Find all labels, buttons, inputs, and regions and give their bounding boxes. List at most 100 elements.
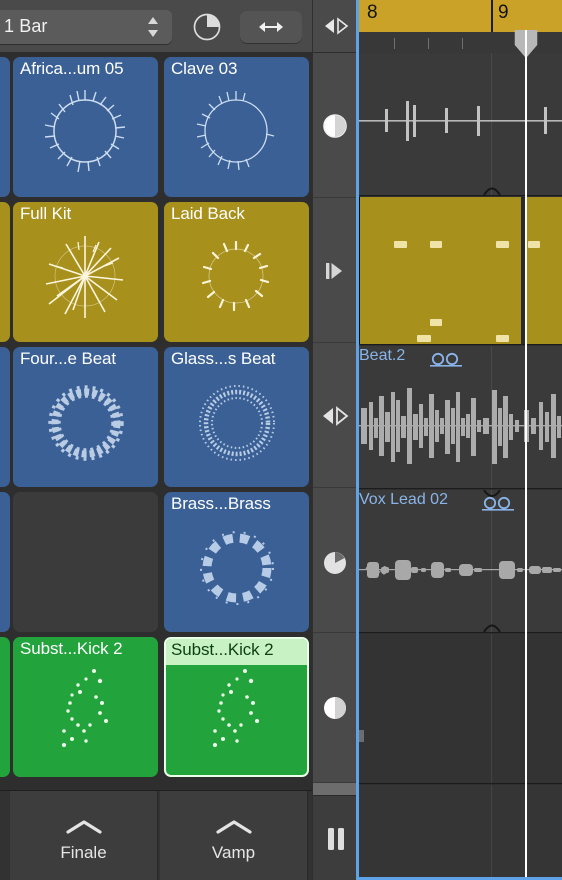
arrange-scroll-stub[interactable] xyxy=(359,730,364,742)
midi-region[interactable] xyxy=(525,197,562,344)
pie-quantize-icon[interactable] xyxy=(192,12,222,42)
bar-number: 8 xyxy=(367,2,378,23)
playback-mode-cell[interactable] xyxy=(313,53,357,198)
loop-cell[interactable]: Clave 03 xyxy=(164,57,309,197)
cycle-range[interactable] xyxy=(359,0,562,32)
waveform-burst-art xyxy=(13,224,158,342)
beat-tick xyxy=(428,38,429,49)
quantize-start-select[interactable]: 1 Bar xyxy=(0,10,172,44)
scene-name: Finale xyxy=(60,843,107,862)
loop-cell-title: Clave 03 xyxy=(171,59,238,78)
scene-name: Vamp xyxy=(211,843,256,862)
bar-divider xyxy=(491,0,493,32)
midi-note xyxy=(496,241,509,248)
waveform-ring-art xyxy=(164,79,309,197)
midi-note xyxy=(417,335,431,342)
playback-mode-cell[interactable] xyxy=(313,198,357,343)
scene-button-finale[interactable]: Finale xyxy=(10,791,158,880)
loop-cell[interactable]: Brass...Brass xyxy=(164,492,309,632)
loop-cell-title: Laid Back xyxy=(171,204,245,223)
region-name: Vox Lead 02 xyxy=(359,491,448,508)
playback-mode-column-header[interactable] xyxy=(312,0,356,53)
audio-waveform xyxy=(359,101,562,141)
live-loops-grid[interactable]: Africa...um 05 Clave 03 Full Kit Laid Ba… xyxy=(0,53,312,790)
region-fade-marker xyxy=(483,624,501,632)
midi-region[interactable] xyxy=(359,197,521,344)
audio-waveform xyxy=(359,388,562,464)
loop-cell[interactable]: Four...e Beat xyxy=(13,347,158,487)
clipped-cell[interactable] xyxy=(0,637,10,777)
bar-gridline xyxy=(491,634,492,783)
loop-cell-title: Subst...Kick 2 xyxy=(171,640,274,659)
live-loops-toolbar: 1 Bar xyxy=(0,0,356,53)
track-row-empty[interactable] xyxy=(359,634,562,784)
swap-cells-button[interactable] xyxy=(240,11,302,43)
triangle-play-bar-icon xyxy=(326,263,342,279)
waveform-ring-art xyxy=(164,369,309,487)
bar-number: 9 xyxy=(498,2,509,23)
half-circle-right-icon xyxy=(323,114,347,138)
chevron-up-down-icon[interactable] xyxy=(146,16,160,38)
loop-cell-title: Full Kit xyxy=(20,204,72,223)
clipped-cell[interactable] xyxy=(0,57,10,197)
quantize-start-value: 1 Bar xyxy=(4,16,48,36)
loop-cell-empty[interactable] xyxy=(13,492,158,632)
waveform-ring-art xyxy=(13,369,158,487)
clipped-cell[interactable] xyxy=(0,202,10,342)
clipped-cell[interactable] xyxy=(0,347,10,487)
tracks-arrange-area[interactable]: 8 9 Beat.2 Vox Lead 02 xyxy=(356,0,562,880)
loop-region-icon[interactable] xyxy=(429,352,463,373)
loop-cell[interactable]: Full Kit xyxy=(13,202,158,342)
bar-gridline xyxy=(491,785,492,880)
waveform-ring-art xyxy=(13,79,158,197)
waveform-dots-art xyxy=(166,661,307,775)
region-fade-marker xyxy=(483,490,501,497)
chevron-up-icon xyxy=(215,819,252,840)
scene-trigger-bar: Finale Vamp xyxy=(0,790,312,880)
audio-waveform xyxy=(359,560,562,580)
loop-cell[interactable]: Glass...s Beat xyxy=(164,347,309,487)
clipped-cell[interactable] xyxy=(0,492,10,632)
left-right-arrow-icon xyxy=(259,22,283,32)
scene-button-vamp[interactable]: Vamp xyxy=(160,791,308,880)
loop-cell[interactable]: Africa...um 05 xyxy=(13,57,158,197)
grid-horizontal-scrollbar[interactable] xyxy=(313,783,357,795)
track-row[interactable]: Vox Lead 02 xyxy=(359,490,562,633)
playhead[interactable] xyxy=(525,30,527,880)
loop-cell[interactable]: Subst...Kick 2 xyxy=(13,637,158,777)
midi-notes xyxy=(526,197,562,344)
playback-mode-cell[interactable] xyxy=(313,488,357,633)
playback-mode-column xyxy=(312,53,357,880)
pie-quarter-icon xyxy=(324,552,346,574)
midi-note xyxy=(528,241,540,248)
logic-pro-live-loops-window: 1 Bar Africa...um 05 Clave 03 Full Kit L… xyxy=(0,0,562,880)
loop-cell-title: Subst...Kick 2 xyxy=(20,639,123,658)
pause-icon xyxy=(328,828,344,850)
region-name: Beat.2 xyxy=(359,347,406,364)
waveform-dots-art xyxy=(13,659,158,777)
loop-cell-selected[interactable]: Subst...Kick 2 xyxy=(164,637,309,777)
midi-note xyxy=(394,241,407,248)
playback-mode-cell[interactable] xyxy=(313,343,357,488)
beat-tick xyxy=(462,38,463,49)
midi-note xyxy=(430,241,442,248)
track-row[interactable]: Beat.2 xyxy=(359,346,562,489)
track-row-empty[interactable] xyxy=(359,785,562,880)
track-row[interactable] xyxy=(359,53,562,196)
midi-notes xyxy=(360,197,521,344)
loop-cell-title: Africa...um 05 xyxy=(20,59,124,78)
midi-note xyxy=(496,335,509,342)
chevron-up-icon xyxy=(65,819,102,840)
waveform-ring-art xyxy=(164,224,309,342)
playback-mode-cell[interactable] xyxy=(313,633,357,783)
waveform-ring-art xyxy=(164,514,309,632)
loop-cell[interactable]: Laid Back xyxy=(164,202,309,342)
half-circle-right-icon xyxy=(324,697,346,719)
triangle-left-right-icon xyxy=(325,17,349,35)
loop-cell-title: Four...e Beat xyxy=(20,349,117,368)
region-fade-marker xyxy=(483,187,501,195)
track-row[interactable] xyxy=(359,197,562,345)
loop-cell-title: Brass...Brass xyxy=(171,494,271,513)
midi-note xyxy=(430,319,442,326)
playback-mode-stop-cell[interactable] xyxy=(313,795,357,880)
